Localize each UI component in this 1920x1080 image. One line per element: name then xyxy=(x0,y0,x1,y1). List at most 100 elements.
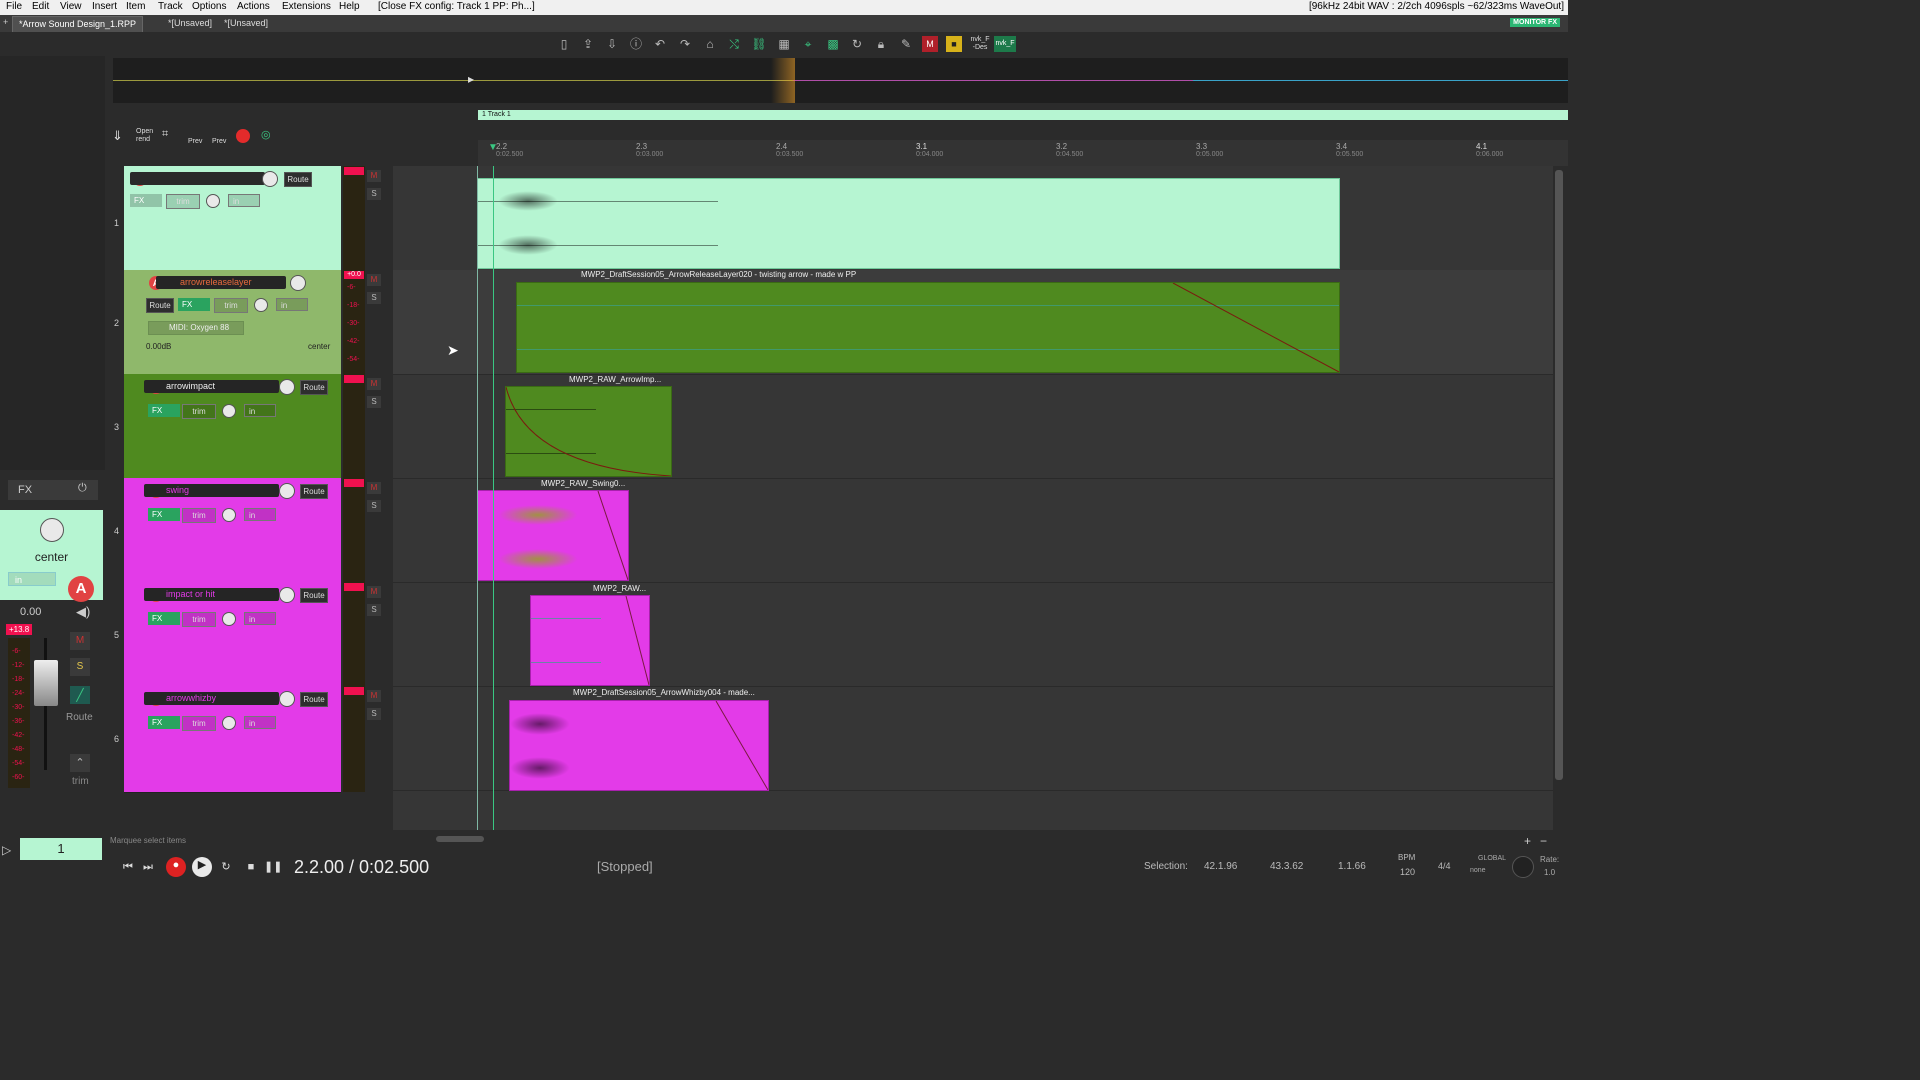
pan-knob[interactable] xyxy=(206,194,220,208)
fx-button[interactable]: FX xyxy=(148,508,180,521)
monitor-fx-button[interactable]: MONITOR FX xyxy=(1510,18,1560,27)
track-name-field[interactable]: impact or hit xyxy=(144,588,279,601)
input-select[interactable]: in xyxy=(244,508,276,521)
global-label[interactable]: GLOBAL xyxy=(1478,855,1506,862)
route-icon[interactable]: ╱ xyxy=(70,686,90,704)
media-item-track-6[interactable] xyxy=(509,700,769,791)
solo-button[interactable]: S xyxy=(367,292,381,304)
time-signature[interactable]: 4/4 xyxy=(1438,861,1451,871)
input-select[interactable]: in xyxy=(228,194,260,207)
play-small-icon[interactable]: ▷ xyxy=(2,843,11,857)
open-project-icon[interactable]: ⇪ xyxy=(580,36,596,52)
snap-icon[interactable]: ⌖ xyxy=(800,36,816,52)
volume-knob[interactable] xyxy=(262,171,278,187)
selection-end[interactable]: 43.3.62 xyxy=(1270,861,1303,872)
track-panel-6[interactable]: 6 A arrowwhizby Route FX trim in xyxy=(114,686,341,793)
go-to-end-icon[interactable]: ⏭ xyxy=(140,859,156,875)
fx-button[interactable]: FX xyxy=(178,298,210,311)
route-button[interactable]: Route xyxy=(146,298,174,313)
route-label[interactable]: Route xyxy=(66,712,93,723)
open-render-button[interactable]: Open rend xyxy=(136,128,153,144)
track-panel-5[interactable]: 5 A impact or hit Route FX trim in xyxy=(114,582,341,687)
track-panel-2[interactable]: 2 A ◀) arrowreleaselayer Route FX trim i… xyxy=(114,270,341,375)
menu-item[interactable]: Item xyxy=(126,1,145,12)
solo-button[interactable]: S xyxy=(367,188,381,200)
nvk-script-1[interactable]: nvk_F -Des xyxy=(968,36,992,52)
nvk-script-2[interactable]: nvk_F xyxy=(994,36,1016,52)
trim-button[interactable]: trim xyxy=(182,404,216,419)
bpm-value[interactable]: 120 xyxy=(1400,867,1415,877)
vertical-scrollbar[interactable] xyxy=(1555,170,1563,780)
pan-knob[interactable] xyxy=(222,716,236,730)
mute-button[interactable]: M xyxy=(367,690,381,702)
fx-button[interactable]: FX xyxy=(148,404,180,417)
volume-knob[interactable] xyxy=(279,587,295,603)
mute-button[interactable]: M xyxy=(367,378,381,390)
menu-extensions[interactable]: Extensions xyxy=(282,1,331,12)
fx-button[interactable]: FX xyxy=(130,194,162,207)
ripple-edit-icon[interactable]: ⤭ xyxy=(726,36,742,52)
input-select[interactable]: in xyxy=(244,404,276,417)
trim-button[interactable]: trim xyxy=(182,716,216,731)
track-name-field[interactable]: arrowimpact xyxy=(144,380,279,393)
menu-options[interactable]: Options xyxy=(192,1,226,12)
solo-button[interactable]: S xyxy=(367,396,381,408)
volume-knob[interactable] xyxy=(279,379,295,395)
input-select[interactable]: in xyxy=(244,716,276,729)
track-panel-3[interactable]: 3 A arrowimpact Route FX trim in xyxy=(114,374,341,479)
mute-button[interactable]: M xyxy=(367,274,381,286)
media-item-track-2[interactable] xyxy=(516,282,1340,373)
tab-project-1[interactable]: *Arrow Sound Design_1.RPP xyxy=(12,16,144,33)
pan-knob[interactable] xyxy=(222,508,236,522)
solo-button[interactable]: S xyxy=(70,658,90,676)
tab-plus-icon[interactable]: + xyxy=(3,17,8,27)
prev-button-1[interactable]: Prev xyxy=(188,138,202,145)
selection-start[interactable]: 42.1.96 xyxy=(1204,861,1237,872)
pan-knob[interactable] xyxy=(222,404,236,418)
arrange-view[interactable]: MWP2_DraftSession05_ArrowReleaseLayer020… xyxy=(393,166,1553,830)
record-arm-button[interactable]: A xyxy=(68,576,94,602)
m-script-icon[interactable]: M xyxy=(922,36,938,52)
play-button[interactable]: ▶ xyxy=(192,857,212,877)
envelope-icon[interactable]: ✎ xyxy=(898,36,914,52)
project-overview[interactable]: ▸ xyxy=(113,58,1568,103)
menu-view[interactable]: View xyxy=(60,1,82,12)
input-select[interactable]: in xyxy=(276,298,308,311)
power-icon[interactable]: ⏻ xyxy=(78,482,87,495)
mute-button[interactable]: M xyxy=(367,170,381,182)
input-select[interactable]: in xyxy=(8,572,56,586)
record-icon[interactable] xyxy=(236,129,250,143)
media-item-track-1[interactable] xyxy=(477,178,1340,269)
time-position[interactable]: 2.2.00 / 0:02.500 xyxy=(294,857,429,878)
menu-help[interactable]: Help xyxy=(339,1,360,12)
timeline-ruler[interactable]: 2.2 0:02.500 2.3 0:03.000 2.4 0:03.500 3.1 0… xyxy=(478,140,1568,166)
record-button[interactable]: ● xyxy=(166,857,186,877)
undo-icon[interactable]: ↶ xyxy=(652,36,668,52)
selection-length[interactable]: 1.1.66 xyxy=(1338,861,1366,872)
horizontal-scrollbar[interactable] xyxy=(436,836,484,842)
zoom-out-icon[interactable]: − xyxy=(1540,834,1547,848)
solo-button[interactable]: S xyxy=(367,604,381,616)
pan-knob[interactable] xyxy=(254,298,268,312)
envelope-icon[interactable]: ⌃ xyxy=(70,754,90,772)
fx-button[interactable]: FX xyxy=(148,612,180,625)
trim-button[interactable]: trim xyxy=(166,194,200,209)
menu-actions[interactable]: Actions xyxy=(237,1,270,12)
menu-file[interactable]: File xyxy=(6,1,22,12)
mute-button[interactable]: M xyxy=(70,632,90,650)
media-item-track-4[interactable] xyxy=(477,490,629,581)
project-settings-icon[interactable]: ⓘ xyxy=(628,36,644,52)
zoom-in-icon[interactable]: + xyxy=(1524,834,1531,848)
volume-fader[interactable] xyxy=(34,660,58,706)
track-name-field[interactable]: arrowreleaselayer xyxy=(156,276,286,289)
route-button[interactable]: Route xyxy=(300,692,328,707)
render-icon[interactable]: ⇓ xyxy=(112,128,123,144)
media-item-track-5[interactable] xyxy=(530,595,650,686)
lock-icon[interactable]: 🔒︎ xyxy=(873,36,889,52)
track-name-field[interactable]: arrowwhizby xyxy=(144,692,279,705)
mute-button[interactable]: M xyxy=(367,586,381,598)
playhead-marker-icon[interactable]: ▼ xyxy=(488,142,498,153)
pause-icon[interactable]: ❚❚ xyxy=(264,859,282,875)
rate-value[interactable]: 1.0 xyxy=(1544,868,1555,877)
redo-icon[interactable]: ↷ xyxy=(677,36,693,52)
